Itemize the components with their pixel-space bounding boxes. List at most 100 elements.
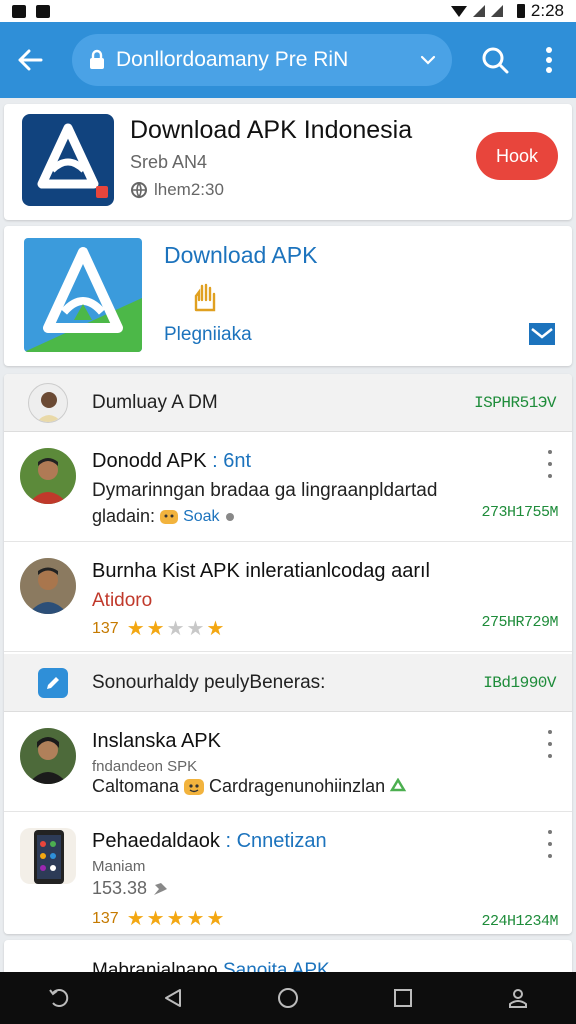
apk-logo-icon [37,123,108,198]
item-line3: 153.38 [92,878,169,899]
battery-icon [516,4,525,18]
section-meta: ISPHR51ЭV [474,393,556,412]
item-rating: 137 ★ ★ ★ ★ ★ [92,616,224,641]
url-text: Donllordoamany Pre RiN [116,48,349,71]
more-options-button[interactable] [542,450,558,478]
person-avatar-icon [36,392,62,422]
home-button[interactable] [260,976,316,1020]
section-header[interactable]: Dumluay A DM ISPHR51ЭV [4,374,572,432]
list-item[interactable]: Pehaedaldaok : Cnnetizan Maniam 153.38 1… [4,812,572,934]
person-avatar-icon [20,558,76,614]
lock-icon [90,49,104,69]
pin-icon [154,882,168,895]
emoji-icon [160,509,179,524]
photo-notification-icon [36,4,50,18]
search-button[interactable] [468,22,522,98]
list-card: Dumluay A DM ISPHR51ЭV Donodd APK : 6nt … [4,374,572,934]
person-avatar-icon [20,728,76,784]
globe-icon [131,182,147,199]
avatar [20,728,76,784]
profile-button[interactable] [490,976,546,1020]
apk-feature-logo-icon [24,247,142,352]
star-icon: ★ [206,618,225,640]
smartphone-icon [34,830,64,884]
rating-number: 137 [92,909,119,927]
notification-icons [12,4,50,18]
profile-icon [509,989,528,1008]
item-title: Inslanska APK [92,730,221,752]
item-rating: 137 ★ ★ ★ ★ ★ [92,906,224,931]
item-title-accent: : 6nt [212,450,252,472]
app-meta: lhem2:30 [130,180,224,200]
app-meta-text: lhem2:30 [154,180,224,199]
image-notification-icon [12,4,26,18]
more-options-button[interactable] [542,830,558,858]
hook-button[interactable]: Hook [476,132,558,180]
star-icon: ★ [206,908,225,930]
item-line3-text: gladain: [92,506,156,526]
item-tag: Soak [183,507,220,525]
back-nav-button[interactable] [145,976,201,1020]
chevron-down-icon[interactable] [420,55,436,65]
section-meta: IBd1990V [483,673,556,692]
back-triangle-icon [164,989,181,1007]
item-title-text: Donodd APK [92,450,207,472]
recent-back-button[interactable] [30,976,86,1020]
item-title: Donodd APK : 6nt [92,450,251,473]
status-bar: 2:28 [0,0,576,22]
url-bar[interactable]: Donllordoamany Pre RiN [72,34,452,86]
star-icon: ★ [166,908,185,930]
star-icon: ★ [126,618,145,640]
dot-icon [225,512,234,521]
feature-subtitle: Plegniiaka [164,324,252,345]
item-line3-tail: Cardragenunohiinzlan [209,776,386,796]
emoji-icon [184,778,205,795]
home-circle-icon [277,988,298,1008]
item-meta: 224H1234M [481,913,558,930]
star-icon: ★ [146,908,165,930]
recents-square-icon [394,989,413,1007]
mail-icon[interactable] [528,322,556,346]
pencil-icon [47,677,59,689]
more-options-button[interactable] [522,22,576,98]
section-label: Sonourhaldy peulyBeneras: [92,671,326,693]
signal-icons [450,5,503,17]
recents-button[interactable] [375,976,431,1020]
app-logo [22,114,114,206]
star-icon: ★ [126,908,145,930]
recent-back-icon [48,989,68,1007]
list-item[interactable]: Inslanska APK fndandeon SPK Caltomana Ca… [4,712,572,812]
star-rating: ★ ★ ★ ★ ★ [127,616,225,641]
star-icon: ★ [146,618,165,640]
more-options-button[interactable] [542,730,558,758]
list-item[interactable]: Donodd APK : 6nt Dymarinngan bradaa ga l… [4,432,572,542]
back-button[interactable] [0,22,60,98]
list-item[interactable]: Burnha Kist APK inleratianlcodag aarıl A… [4,542,572,652]
app-header-card[interactable]: Download APK Indonesia Sreb AN4 lhem2:30… [4,104,572,220]
item-subtitle: fndandeon SPK [92,758,198,775]
item-line3: Caltomana Cardragenunohiinzlan [92,776,407,797]
item-description: Dymarinngan bradaa ga lingraanpldartad [92,480,438,501]
section-header[interactable]: Sonourhaldy peulyBeneras: IBd1990V [4,654,572,712]
app-subtitle: Sreb AN4 [130,152,208,172]
person-avatar-icon [20,448,76,504]
item-subtitle: Maniam [92,858,146,875]
edit-button[interactable] [38,668,68,698]
recycle-icon [389,777,407,791]
avatar [20,558,76,614]
search-icon [482,47,509,74]
section-label: Dumluay A DM [92,391,218,413]
hand-icon [194,283,216,312]
phone-thumbnail [20,828,76,884]
item-meta: 275HR729M [481,614,558,631]
item-title: Burnha Kist APK inleratianlcodag aarıl [92,560,430,582]
app-title: Download APK Indonesia [130,116,413,144]
feature-title: Download APK [164,242,318,268]
item-line3: gladain: Soak [92,506,236,527]
app-actions [468,22,576,98]
status-time: 2:28 [530,1,564,20]
item-title-accent: : Cnnetizan [225,830,327,852]
feature-logo [24,238,142,352]
feature-card[interactable]: Download APK Plegniiaka [4,226,572,366]
rating-number: 137 [92,619,119,637]
